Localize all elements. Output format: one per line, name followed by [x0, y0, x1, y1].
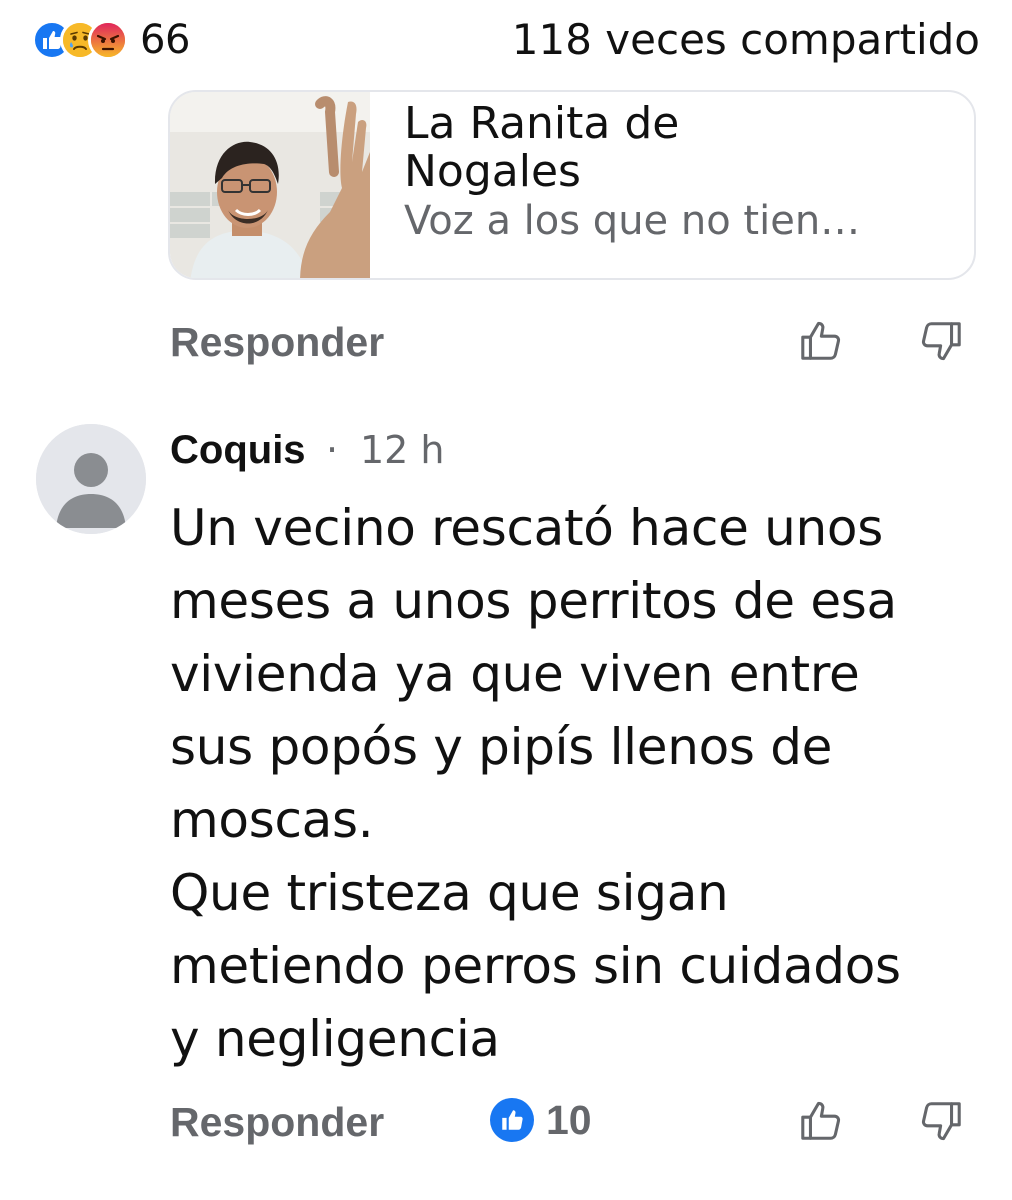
thumbs-up-outline-icon[interactable]: [798, 1098, 844, 1144]
thumbs-up-outline-icon[interactable]: [798, 318, 844, 364]
link-title: La Ranita de Nogales: [404, 98, 680, 197]
reactions-summary[interactable]: 66: [32, 14, 190, 66]
thumbs-down-outline-icon[interactable]: [918, 318, 964, 364]
shares-count[interactable]: 118 veces compartido: [410, 12, 980, 68]
comment-text: Un vecino rescató hace unos meses a unos…: [170, 499, 901, 1068]
comment-author[interactable]: Coquis: [170, 424, 306, 476]
like-icon[interactable]: [490, 1098, 534, 1142]
link-thumbnail: [170, 92, 370, 278]
reply-button[interactable]: Responder: [170, 318, 384, 366]
reaction-count: 66: [140, 17, 190, 63]
comment-separator: ·: [326, 428, 339, 472]
comment-like-count: 10: [546, 1097, 592, 1143]
angry-icon: [88, 20, 128, 60]
comment-time: 12 h: [360, 428, 445, 472]
link-subtitle: Voz a los que no tien…: [404, 198, 861, 244]
thumbs-down-outline-icon[interactable]: [918, 1098, 964, 1144]
link-preview-card[interactable]: La Ranita de Nogales Voz a los que no ti…: [168, 90, 976, 280]
reply-button[interactable]: Responder: [170, 1098, 384, 1146]
default-avatar-icon[interactable]: [36, 424, 146, 534]
